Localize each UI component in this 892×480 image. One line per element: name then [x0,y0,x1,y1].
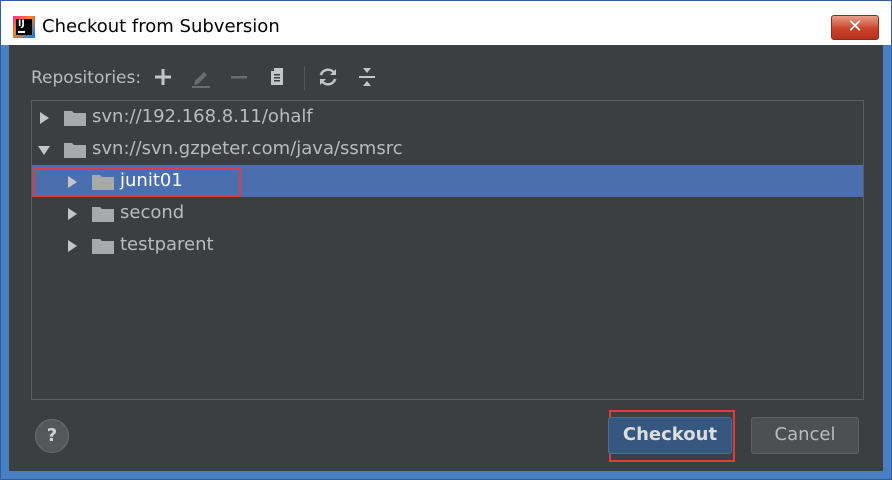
expand-arrow-icon[interactable] [65,239,79,253]
edit-icon[interactable] [189,65,213,89]
cancel-button[interactable]: Cancel [751,417,859,454]
collapse-arrow-icon[interactable] [37,143,51,157]
help-icon: ? [46,425,58,446]
folder-icon [92,175,114,190]
close-button[interactable]: ✕ [831,15,879,40]
expand-arrow-icon[interactable] [65,207,79,221]
intellij-app-icon: IJ [13,16,35,38]
title-bar: IJ Checkout from Subversion ✕ [1,1,891,45]
folder-icon [64,143,86,158]
tree-row-testparent[interactable]: testparent [32,229,863,261]
tree-row-label: testparent [120,234,214,255]
repositories-label: Repositories: [31,68,142,88]
refresh-icon[interactable] [316,65,340,89]
expand-arrow-icon[interactable] [37,111,51,125]
tree-row-junit01[interactable]: junit01 [32,165,863,197]
folder-icon [92,207,114,222]
checkout-button[interactable]: Checkout [608,417,732,454]
repository-tree[interactable]: svn://192.168.8.11/ohalf svn://svn.gzpet… [31,100,864,400]
repositories-toolbar: Repositories: [31,63,871,93]
folder-icon [64,111,86,126]
add-icon[interactable] [151,65,175,89]
dialog-content: Repositories: svn://192.168.8.11/ohalf s… [9,45,883,471]
tree-row-label: junit01 [120,170,183,191]
close-icon: ✕ [847,16,863,37]
window-title: Checkout from Subversion [42,16,280,37]
toolbar-separator [304,66,305,90]
tree-row-label: svn://192.168.8.11/ohalf [92,106,313,127]
tree-row-second[interactable]: second [32,197,863,229]
app-icon-text: IJ [18,19,25,29]
tree-row-label: second [120,202,185,223]
tree-row-label: svn://svn.gzpeter.com/java/ssmsrc [92,138,403,159]
collapse-all-icon[interactable] [355,65,379,89]
expand-arrow-icon[interactable] [65,175,79,189]
copy-icon[interactable] [265,65,289,89]
help-button[interactable]: ? [35,419,69,453]
tree-row-repo-ohalf[interactable]: svn://192.168.8.11/ohalf [32,101,863,133]
tree-row-repo-ssmsrc[interactable]: svn://svn.gzpeter.com/java/ssmsrc [32,133,863,165]
dialog-window: IJ Checkout from Subversion ✕ Repositori… [0,0,892,480]
folder-icon [92,239,114,254]
remove-icon[interactable] [227,65,251,89]
